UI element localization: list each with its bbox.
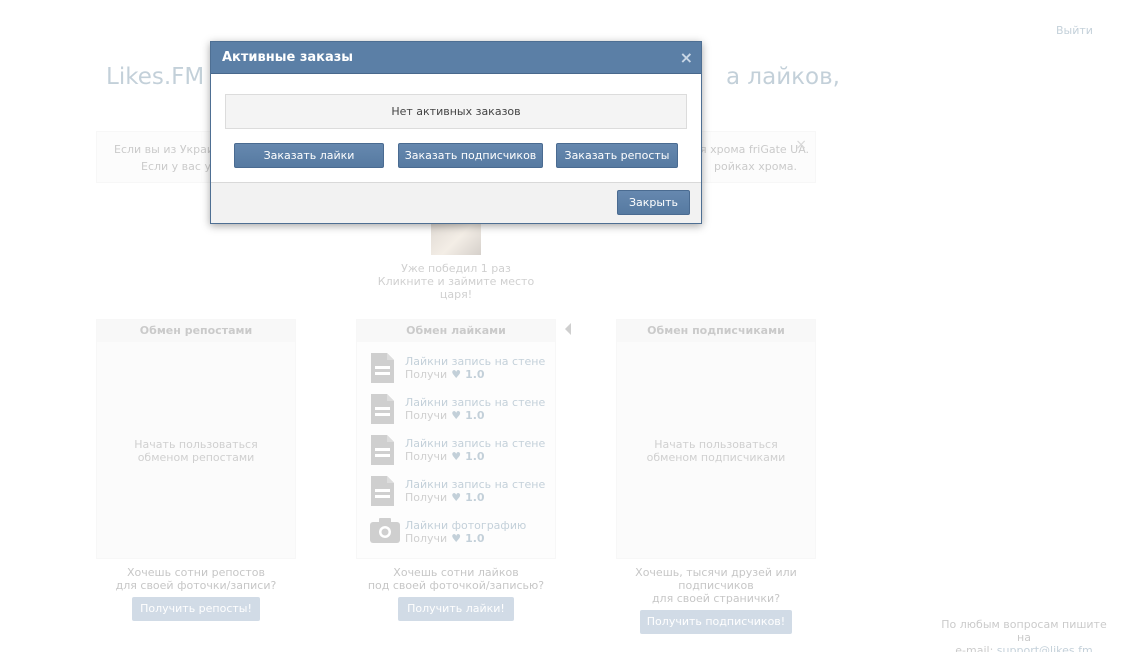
notice-close-icon[interactable]: ×: [795, 137, 807, 153]
footer-contact: По любым вопросам пишите на e-mail: suppo…: [934, 618, 1114, 652]
task-item[interactable]: Лайкни запись на стене Получи ♥ 1.0: [367, 352, 552, 386]
task-label[interactable]: Лайкни запись на стене: [405, 437, 545, 450]
support-email-link[interactable]: support@likes.fm: [997, 644, 1093, 652]
cta-reposts-text: Хочешь сотни репостов для своей фоточки/з…: [115, 566, 277, 592]
task-item[interactable]: Лайкни запись на стене Получи ♥ 1.0: [367, 475, 552, 509]
task-item[interactable]: Лайкни запись на стене Получи ♥ 1.0: [367, 434, 552, 468]
logout-link[interactable]: Выйти: [1056, 24, 1093, 37]
task-item[interactable]: Лайкни фотографию Получи ♥ 1.0: [367, 516, 552, 550]
task-reward-prefix: Получи: [405, 409, 448, 422]
order-subscribers-button[interactable]: Заказать подписчиков: [398, 143, 543, 168]
task-item[interactable]: Лайкни запись на стене Получи ♥ 1.0: [367, 393, 552, 427]
document-icon: [369, 434, 395, 466]
task-reward: Получи ♥ 1.0: [405, 409, 485, 422]
king-caption-line1: Уже победил 1 раз: [401, 262, 511, 275]
document-icon: [369, 393, 395, 425]
heart-icon: ♥: [451, 409, 462, 422]
dialog-footer: Закрыть: [211, 182, 701, 223]
get-subscribers-button[interactable]: Получить подписчиков!: [640, 610, 792, 634]
task-label[interactable]: Лайкни запись на стене: [405, 396, 545, 409]
cta-subscribers-text: Хочешь, тысячи друзей или подписчиков для …: [635, 566, 797, 605]
notice-text-left-1: Если вы из Украин: [114, 143, 222, 156]
document-icon: [369, 352, 395, 384]
camera-icon: [369, 516, 400, 548]
task-reward-value: 1.0: [465, 368, 485, 381]
task-reward-prefix: Получи: [405, 450, 448, 463]
dialog-title: Активные заказы: [222, 50, 354, 65]
panel-title: Обмен подписчиками: [617, 320, 815, 342]
task-label[interactable]: Лайкни запись на стене: [405, 478, 545, 491]
get-likes-button[interactable]: Получить лайки!: [398, 597, 514, 621]
task-reward-value: 1.0: [465, 491, 485, 504]
order-reposts-button[interactable]: Заказать репосты: [556, 143, 678, 168]
likes-exchange-panel: Обмен лайками Лайкни запись на стене Полу…: [356, 319, 556, 559]
heart-icon: ♥: [451, 491, 462, 504]
get-reposts-button[interactable]: Получить репосты!: [132, 597, 260, 621]
task-label[interactable]: Лайкни фотографию: [405, 519, 526, 532]
king-caption[interactable]: Уже победил 1 раз Кликните и займите мес…: [376, 262, 536, 301]
task-reward-prefix: Получи: [405, 532, 448, 545]
heart-icon: ♥: [451, 532, 462, 545]
task-reward-prefix: Получи: [405, 368, 448, 381]
collapse-arrow-icon[interactable]: [565, 323, 571, 335]
order-likes-button[interactable]: Заказать лайки: [234, 143, 384, 168]
start-reposts-link[interactable]: Начать пользоваться обменом репостами: [97, 438, 295, 464]
document-icon: [369, 475, 395, 507]
subscribers-exchange-panel: Обмен подписчиками Начать пользоваться об…: [616, 319, 816, 559]
close-icon[interactable]: ×: [680, 48, 693, 67]
panel-title: Обмен репостами: [97, 320, 295, 342]
king-caption-line2: Кликните и займите место царя!: [377, 275, 535, 301]
task-reward-value: 1.0: [465, 450, 485, 463]
cta-likes-text: Хочешь сотни лайков под своей фоточкой/за…: [367, 566, 545, 592]
close-button[interactable]: Закрыть: [617, 190, 690, 215]
task-label[interactable]: Лайкни запись на стене: [405, 355, 545, 368]
active-orders-dialog: Активные заказы × Нет активных заказов З…: [210, 41, 702, 224]
notice-text-right-1: я хрома friGate UA.: [700, 143, 810, 156]
start-subscribers-link[interactable]: Начать пользоваться обменом подписчиками: [617, 438, 815, 464]
task-reward: Получи ♥ 1.0: [405, 450, 485, 463]
panel-title: Обмен лайками: [357, 320, 555, 342]
heart-icon: ♥: [451, 450, 462, 463]
task-reward-prefix: Получи: [405, 491, 448, 504]
task-reward: Получи ♥ 1.0: [405, 368, 485, 381]
empty-orders-message: Нет активных заказов: [225, 94, 687, 129]
task-reward: Получи ♥ 1.0: [405, 491, 485, 504]
heart-icon: ♥: [451, 368, 462, 381]
task-reward-value: 1.0: [465, 409, 485, 422]
headline-left: Likes.FM –: [106, 64, 224, 90]
task-reward: Получи ♥ 1.0: [405, 532, 485, 545]
notice-text-right-2: ройках хрома.: [714, 160, 798, 173]
dialog-header: Активные заказы ×: [211, 42, 701, 74]
reposts-exchange-panel: Обмен репостами Начать пользоваться обмен…: [96, 319, 296, 559]
task-reward-value: 1.0: [465, 532, 485, 545]
notice-text-left-2: Если у вас уж: [141, 160, 221, 173]
headline-right: а лайков,: [726, 64, 840, 90]
